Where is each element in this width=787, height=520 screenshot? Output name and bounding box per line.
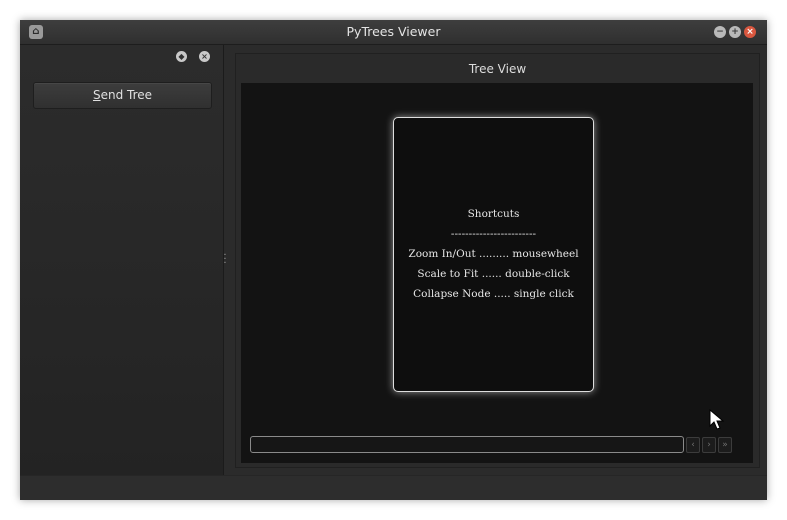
title-bar: ⌂ PyTrees Viewer − + × xyxy=(20,20,767,45)
mouse-cursor-icon xyxy=(709,409,725,430)
dock-panel: ◆ × Send Tree xyxy=(20,45,224,475)
tree-canvas[interactable]: Shortcuts ------------------------ Zoom … xyxy=(241,83,753,463)
window-title: PyTrees Viewer xyxy=(346,24,441,39)
help-heading: Shortcuts xyxy=(467,208,520,220)
status-bar xyxy=(20,475,767,500)
help-line: Zoom In/Out ......... mousewheel xyxy=(408,248,579,260)
help-line: Scale to Fit ...... double-click xyxy=(417,268,570,280)
help-separator: ------------------------ xyxy=(450,228,537,240)
minimize-icon[interactable]: − xyxy=(714,26,726,38)
send-tree-label: end Tree xyxy=(100,88,153,102)
close-icon[interactable]: × xyxy=(744,26,756,38)
main-window: ⌂ PyTrees Viewer − + × ◆ × Send Tree · · ·… xyxy=(20,20,767,500)
float-icon[interactable]: ◆ xyxy=(176,51,187,62)
last-button[interactable]: » xyxy=(718,437,732,453)
timeline-scrollbar[interactable] xyxy=(250,436,684,453)
splitter-handle[interactable]: · · · xyxy=(222,251,228,269)
close-icon[interactable]: × xyxy=(199,51,210,62)
send-tree-mnemonic: S xyxy=(92,88,101,102)
shortcuts-help-box: Shortcuts ------------------------ Zoom … xyxy=(393,117,594,392)
previous-button[interactable]: ‹ xyxy=(686,437,700,453)
send-tree-button[interactable]: Send Tree xyxy=(33,82,212,109)
maximize-icon[interactable]: + xyxy=(729,26,741,38)
tree-view-title: Tree View xyxy=(468,62,527,76)
tree-view-panel: Tree View Shortcuts --------------------… xyxy=(235,53,760,468)
help-line: Collapse Node ..... single click xyxy=(413,288,574,300)
next-button[interactable]: › xyxy=(702,437,716,453)
